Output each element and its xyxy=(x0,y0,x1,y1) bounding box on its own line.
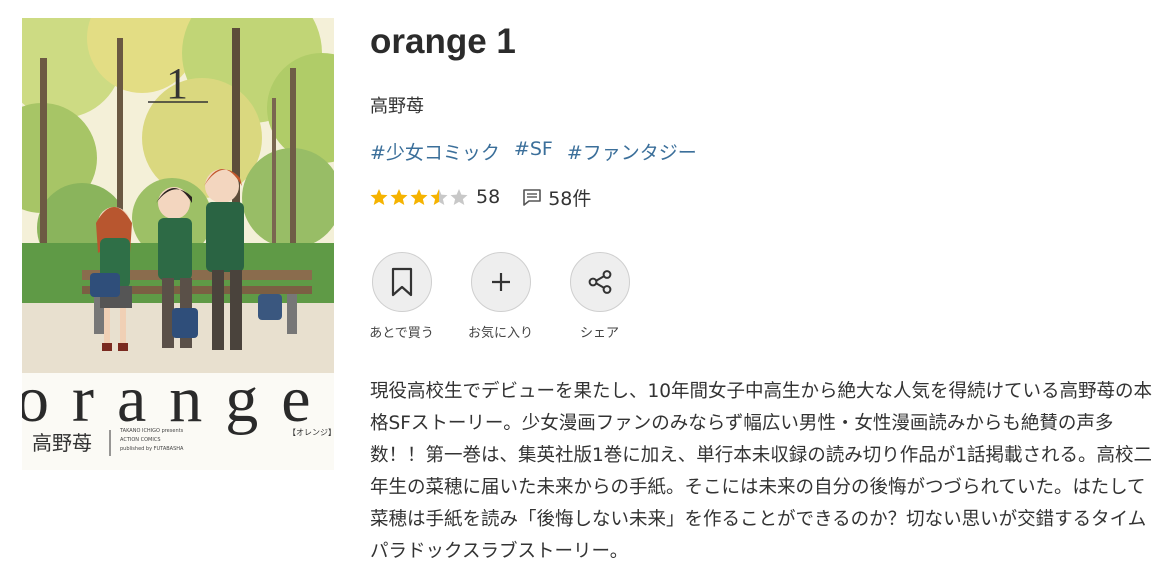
cover-volume-number: 1 xyxy=(166,59,188,108)
tag-sf[interactable]: #SF xyxy=(514,138,553,165)
buy-later-label: あとで買う xyxy=(369,326,434,341)
author-link[interactable]: 高野苺 xyxy=(370,92,424,118)
action-buttons: あとで買う お気に入り シェア xyxy=(369,252,631,341)
book-title: orange 1 xyxy=(370,22,516,61)
star-icon xyxy=(450,189,468,205)
book-description: 現役高校生でデビューを果たし、10年間女子中高生から絶大な人気を得続けている高野… xyxy=(370,381,1153,562)
cover-logo: orange xyxy=(22,363,334,436)
rating-count: 58 xyxy=(476,186,501,208)
cover-author: 高野苺 xyxy=(32,431,92,455)
tag-shoujo-comic[interactable]: #少女コミック xyxy=(370,138,500,165)
bookmark-icon xyxy=(391,267,412,297)
star-rating xyxy=(370,188,470,206)
star-icon xyxy=(430,189,448,205)
tag-list: #少女コミック #SF #ファンタジー xyxy=(370,138,697,165)
share-button[interactable]: シェア xyxy=(568,252,631,341)
book-info: orange 1 高野苺 #少女コミック #SF #ファンタジー 58 58件 … xyxy=(369,0,1170,586)
star-icon xyxy=(410,189,428,205)
book-cover[interactable]: 1 orange 【オレンジ】 高野苺 TAKANO ICHIGO presen… xyxy=(22,18,334,470)
share-circle[interactable] xyxy=(569,252,630,312)
buy-later-button[interactable]: あとで買う xyxy=(369,252,434,341)
star-icon xyxy=(370,189,388,205)
plus-icon xyxy=(491,273,510,291)
cover-credit-3: published by FUTABASHA xyxy=(120,446,184,452)
tag-fantasy[interactable]: #ファンタジー xyxy=(567,138,697,165)
cover-credit-1: TAKANO ICHIGO presents xyxy=(119,428,184,434)
star-icon xyxy=(390,189,408,205)
rating-row[interactable]: 58 58件 xyxy=(370,183,591,211)
share-icon xyxy=(588,270,611,294)
favorite-button[interactable]: お気に入り xyxy=(468,252,534,341)
share-label: シェア xyxy=(579,326,619,341)
buy-later-circle[interactable] xyxy=(371,252,432,312)
cover-credit-2: ACTION COMICS xyxy=(120,437,161,443)
review-count[interactable]: 58件 xyxy=(548,184,591,211)
favorite-circle[interactable] xyxy=(470,252,531,312)
favorite-label: お気に入り xyxy=(468,326,534,341)
review-comment-icon xyxy=(523,189,541,206)
cover-subtitle: 【オレンジ】 xyxy=(288,428,334,437)
